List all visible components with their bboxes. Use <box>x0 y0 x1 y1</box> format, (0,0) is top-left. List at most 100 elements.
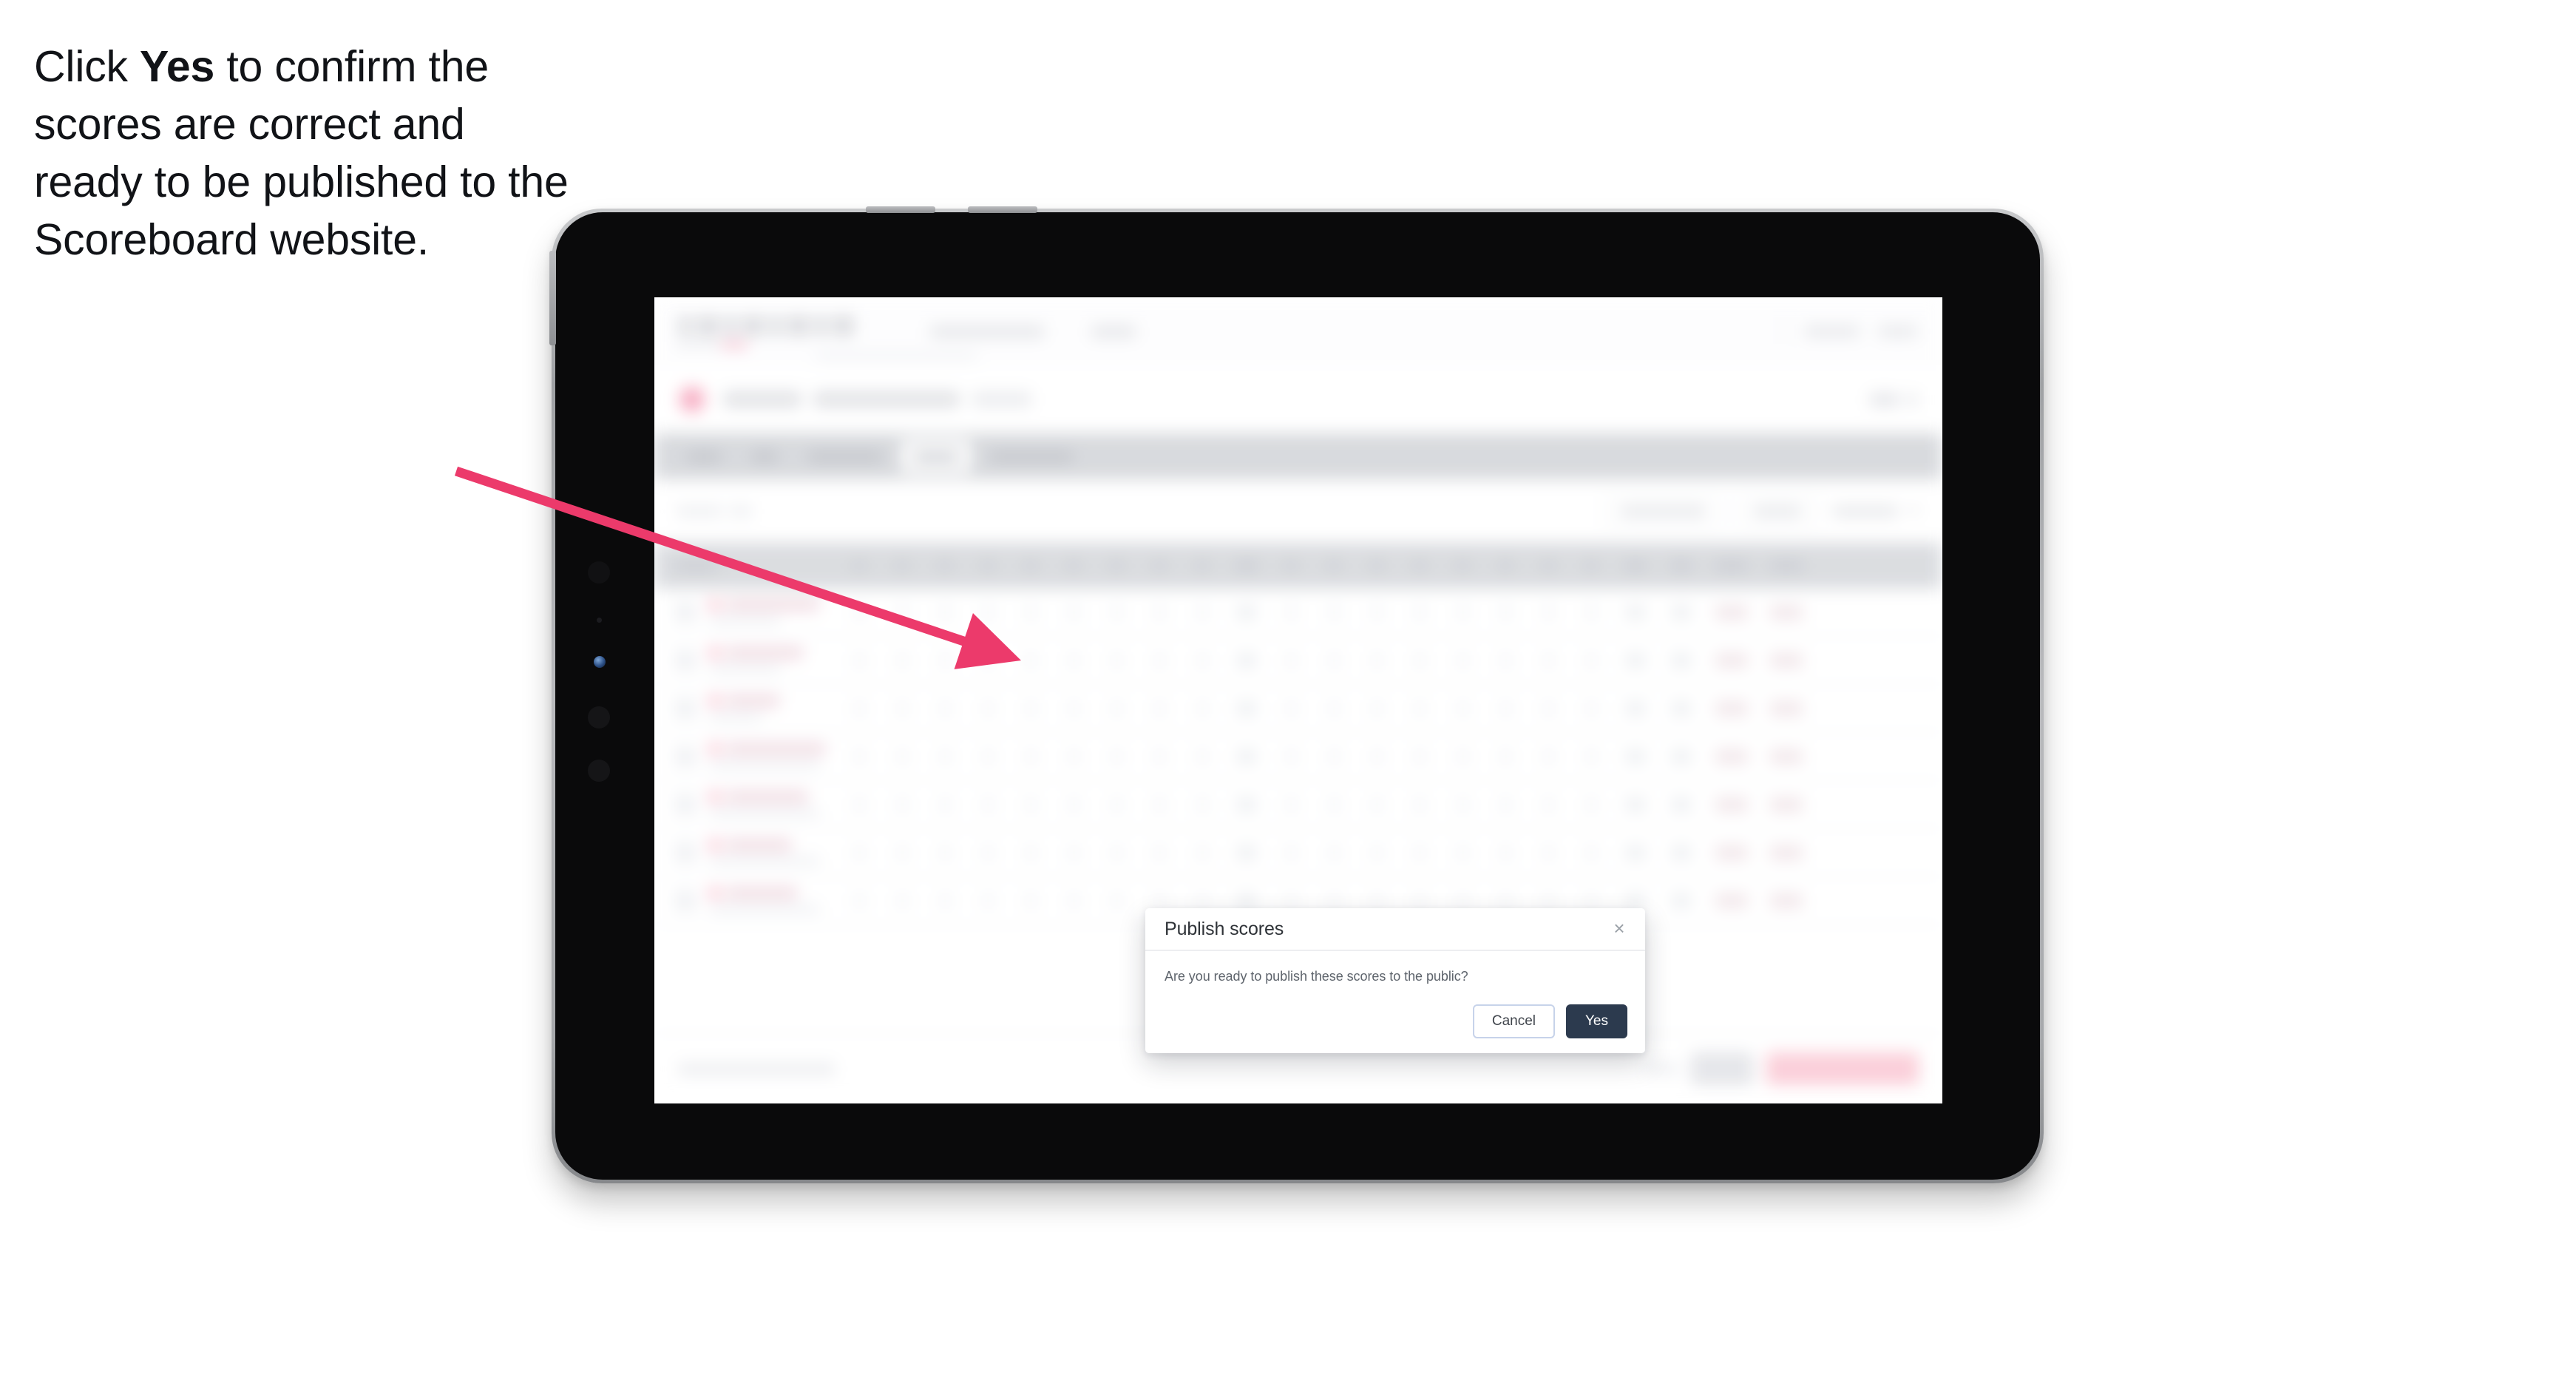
column-hole-17 <box>1570 543 1613 589</box>
column-hole-15 <box>1484 543 1527 589</box>
volume-down-button[interactable] <box>968 206 1037 213</box>
toolbar-control-2[interactable] <box>1737 496 1818 527</box>
flag-icon <box>709 695 720 706</box>
column-hole-6 <box>1052 543 1095 589</box>
header-divider <box>1784 319 1786 344</box>
toolbar-control-1[interactable] <box>1604 496 1722 527</box>
dialog-title: Publish scores <box>1165 918 1284 939</box>
column-player[interactable] <box>675 543 838 589</box>
yes-confirm-button[interactable]: Yes <box>1566 1004 1627 1038</box>
tab-strip[interactable] <box>654 433 1942 479</box>
page-title <box>724 392 1031 407</box>
column-hole-12 <box>1355 543 1398 589</box>
header-active-indicator <box>816 354 977 359</box>
publish-scores-button[interactable] <box>1766 1052 1919 1085</box>
tab-results-active[interactable] <box>901 440 971 473</box>
page-title-actions[interactable] <box>1870 393 1917 406</box>
chevron-down-icon <box>1908 507 1920 515</box>
player-cell <box>696 743 838 769</box>
column-hole-4 <box>966 543 1009 589</box>
tab-1[interactable] <box>675 440 733 473</box>
column-hole-1 <box>838 543 881 589</box>
tablet-device-frame: Publish scores × Are you ready to publis… <box>549 206 2044 1183</box>
footer-actions[interactable] <box>1645 1052 1919 1085</box>
caption-before: Click <box>34 42 140 91</box>
table-toolbar <box>654 479 1942 543</box>
flag-icon <box>709 888 720 899</box>
table-row[interactable] <box>654 685 1942 733</box>
cancel-button[interactable]: Cancel <box>1472 1004 1555 1038</box>
row-checkbox[interactable] <box>675 746 696 767</box>
column-total <box>1658 543 1704 589</box>
status-led-icon <box>594 656 606 668</box>
tab-2[interactable] <box>740 440 789 473</box>
column-hole-16 <box>1527 543 1570 589</box>
player-cell <box>696 888 838 913</box>
close-icon[interactable]: × <box>1608 917 1630 939</box>
toolbar-select[interactable] <box>1833 505 1920 517</box>
flag-icon <box>709 839 720 851</box>
column-hole-10 <box>1270 543 1312 589</box>
column-out <box>1224 543 1270 589</box>
flag-icon <box>709 791 720 802</box>
app-logo[interactable] <box>679 315 853 348</box>
app-header <box>654 297 1942 365</box>
player-cell <box>696 647 838 673</box>
dialog-message: Are you ready to publish these scores to… <box>1165 969 1468 984</box>
row-checkbox[interactable] <box>675 890 696 911</box>
table-row[interactable] <box>654 829 1942 877</box>
table-row[interactable] <box>654 637 1942 685</box>
column-hole-11 <box>1312 543 1355 589</box>
dialog-body: Are you ready to publish these scores to… <box>1145 951 1645 984</box>
table-row[interactable] <box>654 733 1942 781</box>
column-score <box>1704 543 1759 589</box>
footer-note <box>678 1063 835 1075</box>
table-row[interactable] <box>654 589 1942 637</box>
column-hole-9 <box>1181 543 1224 589</box>
footer-link[interactable] <box>1645 1064 1678 1074</box>
ambient-sensor-icon <box>597 618 602 623</box>
toolbar-controls[interactable] <box>1604 496 1920 527</box>
power-button[interactable] <box>549 251 556 345</box>
column-hole-7 <box>1095 543 1138 589</box>
dialog-header: Publish scores × <box>1145 908 1645 951</box>
flag-icon <box>709 743 720 754</box>
toolbar-left <box>677 505 752 517</box>
header-account-area[interactable] <box>1784 319 1917 344</box>
tab-5[interactable] <box>978 440 1085 473</box>
competition-avatar <box>679 387 705 412</box>
screenshot-stage: Click Yes to confirm the scores are corr… <box>0 0 2576 1386</box>
instruction-caption: Click Yes to confirm the scores are corr… <box>34 38 581 269</box>
row-checkbox[interactable] <box>675 842 696 863</box>
column-status <box>1759 543 1814 589</box>
tablet-body: Publish scores × Are you ready to publis… <box>549 206 2040 1180</box>
table-row[interactable] <box>654 781 1942 829</box>
dialog-actions: Cancel Yes <box>1472 1004 1627 1038</box>
front-camera-icon <box>588 561 610 584</box>
footer-secondary-button[interactable] <box>1691 1052 1753 1085</box>
column-in <box>1613 543 1658 589</box>
tab-3[interactable] <box>796 440 894 473</box>
tablet-screen: Publish scores × Are you ready to publis… <box>654 297 1942 1103</box>
flag-icon <box>709 647 720 658</box>
infrared-sensor-icon <box>588 760 610 782</box>
row-checkbox[interactable] <box>675 601 696 623</box>
depth-sensor-icon <box>588 706 610 729</box>
player-cell <box>696 599 838 625</box>
flag-icon <box>709 599 720 610</box>
column-hole-13 <box>1398 543 1441 589</box>
caption-emphasis: Yes <box>140 42 215 91</box>
row-checkbox[interactable] <box>675 794 696 815</box>
column-hole-5 <box>1009 543 1052 589</box>
table-header-row <box>654 543 1942 589</box>
row-checkbox[interactable] <box>675 697 696 719</box>
column-hole-3 <box>923 543 966 589</box>
page-title-row <box>654 365 1942 433</box>
player-cell <box>696 791 838 817</box>
column-hole-14 <box>1441 543 1484 589</box>
volume-up-button[interactable] <box>866 206 935 213</box>
column-hole-8 <box>1138 543 1181 589</box>
row-checkbox[interactable] <box>675 649 696 671</box>
publish-scores-dialog: Publish scores × Are you ready to publis… <box>1145 908 1645 1053</box>
header-nav[interactable] <box>930 325 1136 338</box>
